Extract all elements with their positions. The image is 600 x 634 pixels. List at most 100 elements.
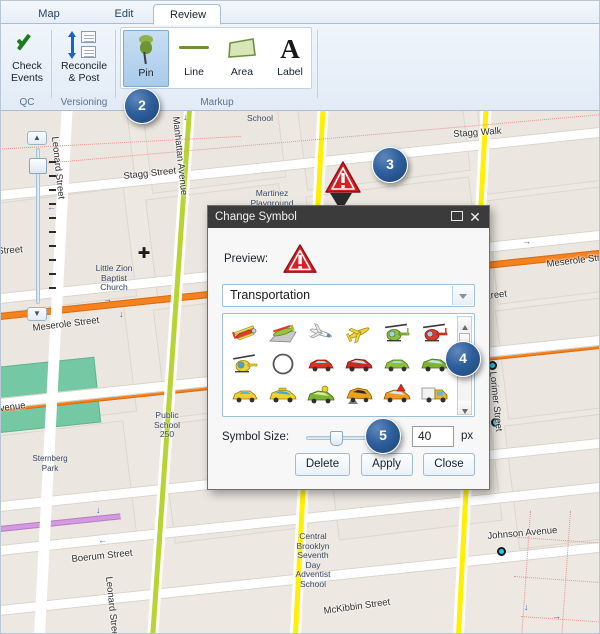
group-label-qc: QC [19, 97, 35, 108]
oneway-arrow-icon: ← [98, 535, 107, 545]
markup-line-label: Line [184, 66, 204, 78]
symbol-yellow-helicopter[interactable] [228, 350, 262, 378]
ribbon: Map Edit Review Check Events QC Reconcil… [1, 1, 599, 111]
symbol-white-jet[interactable] [304, 319, 338, 347]
symbol-red-biplane[interactable] [228, 319, 262, 347]
church-cross-icon: ✚ [137, 245, 151, 262]
markup-pin-button[interactable]: Pin [123, 30, 169, 87]
symbol-size-slider-thumb[interactable] [330, 431, 343, 446]
symbol-yellow-plane[interactable] [342, 319, 376, 347]
oneway-arrow-icon: → [103, 294, 112, 304]
symbol-yellow-car-side[interactable] [228, 381, 262, 409]
markup-button-panel: Pin Line Area A Label [120, 27, 312, 89]
scroll-down-icon[interactable] [458, 401, 471, 414]
preview-warning-triangle-symbol [282, 242, 318, 276]
oneway-arrow-icon: ↓ [183, 112, 188, 122]
zoom-tick [49, 231, 56, 233]
symbol-category-select[interactable]: Transportation [222, 284, 475, 307]
reconcile-post-label-line1: Reconcile [60, 60, 108, 72]
symbol-green-police-car[interactable] [304, 381, 338, 409]
reconcile-post-button[interactable]: Reconcile & Post [52, 28, 116, 84]
scroll-up-icon[interactable] [458, 317, 471, 330]
zoom-tick [49, 217, 56, 219]
symbol-red-car[interactable] [342, 350, 376, 378]
dialog-title-text: Change Symbol [215, 211, 297, 223]
symbol-green-car-side[interactable] [380, 350, 414, 378]
symbol-size-input[interactable]: 40 [412, 426, 454, 447]
tab-review[interactable]: Review [153, 4, 221, 25]
markup-line-button[interactable]: Line [171, 30, 217, 87]
map-zoom-control[interactable]: ▲ ▼ [27, 131, 56, 321]
restore-icon[interactable] [451, 211, 463, 221]
oneway-arrow-icon: → [522, 236, 531, 246]
reconcile-post-icon [52, 30, 116, 60]
oneway-arrow-icon: ↓ [96, 505, 101, 515]
symbol-size-unit: px [461, 430, 474, 442]
symbol-red-car-side[interactable] [304, 350, 338, 378]
zoom-tick [49, 161, 56, 163]
symbol-category-value: Transportation [230, 288, 311, 302]
group-divider-2 [115, 30, 116, 98]
map-block [503, 407, 599, 550]
markup-area-button[interactable]: Area [219, 30, 265, 87]
zoom-slider-thumb[interactable] [29, 158, 47, 174]
place-label: Central Brooklyn Seventh Day Adventist S… [295, 531, 331, 589]
oneway-arrow-icon: → [552, 611, 561, 621]
callout-badge-2: 2 [124, 88, 160, 124]
symbol-green-plane-on-runway[interactable] [266, 319, 300, 347]
application-window: Map Edit Review Check Events QC Reconcil… [0, 0, 600, 634]
zoom-tick [49, 203, 56, 205]
text-label-icon: A [280, 34, 300, 64]
symbol-delivery-truck[interactable] [418, 381, 452, 409]
polygon-area-icon [219, 30, 265, 66]
ribbon-body: Check Events QC Reconcile & Post Version… [1, 24, 599, 110]
tab-edit[interactable]: Edit [93, 4, 155, 25]
chevron-down-icon[interactable] [452, 286, 473, 305]
map-node[interactable] [497, 547, 506, 556]
ribbon-tab-strip: Map Edit Review [1, 1, 599, 25]
symbol-red-helicopter[interactable] [418, 319, 452, 347]
zoom-tick [49, 287, 56, 289]
symbol-green-helicopter[interactable] [380, 319, 414, 347]
street-label: Boerum Street [71, 547, 134, 565]
apply-button[interactable]: Apply [360, 453, 413, 476]
close-button[interactable]: Close [423, 453, 475, 476]
callout-badge-4: 4 [445, 341, 481, 377]
place-label: Little Zion Baptist Church [95, 263, 133, 292]
zoom-out-button[interactable]: ▼ [27, 307, 47, 321]
dialog-title-bar[interactable]: Change Symbol ✕ [208, 206, 489, 228]
zoom-in-button[interactable]: ▲ [27, 131, 47, 145]
markup-pin-label: Pin [138, 67, 154, 79]
map-warning-symbol[interactable] [324, 159, 362, 197]
symbol-grid[interactable] [226, 317, 456, 415]
preview-label: Preview: [224, 253, 269, 265]
zoom-tick [49, 245, 56, 247]
boundary-dashed-line [513, 576, 599, 587]
symbol-orange-emergency-car[interactable] [380, 381, 414, 409]
place-label: Sternberg Park [32, 454, 68, 473]
check-events-label-line1: Check [12, 60, 42, 72]
symbol-yellow-taxi[interactable] [266, 381, 300, 409]
tab-map[interactable]: Map [19, 4, 79, 25]
place-label: Public School 250 [154, 410, 180, 439]
map-pin-icon [124, 31, 168, 67]
oneway-arrow-icon: → [371, 628, 380, 634]
markup-area-label: Area [230, 66, 254, 78]
map-node[interactable] [491, 418, 500, 427]
symbol-orange-car-crash[interactable] [342, 381, 376, 409]
callout-badge-5: 5 [365, 418, 401, 454]
symbol-size-label: Symbol Size: [222, 431, 290, 443]
place-label: School [247, 113, 273, 123]
close-icon[interactable]: ✕ [468, 208, 482, 226]
line-icon [171, 30, 217, 66]
markup-label-button[interactable]: A Label [267, 30, 313, 87]
symbol-empty-circle[interactable] [266, 350, 300, 378]
zoom-tick [49, 175, 56, 177]
check-events-button[interactable]: Check Events [3, 28, 51, 84]
callout-badge-3: 3 [372, 147, 408, 183]
ribbon-group-versioning: Reconcile & Post Versioning [52, 25, 116, 109]
delete-button[interactable]: Delete [294, 453, 351, 476]
ribbon-group-qc: Check Events QC [3, 25, 51, 109]
zoom-tick [49, 273, 56, 275]
zoom-tick [49, 259, 56, 261]
